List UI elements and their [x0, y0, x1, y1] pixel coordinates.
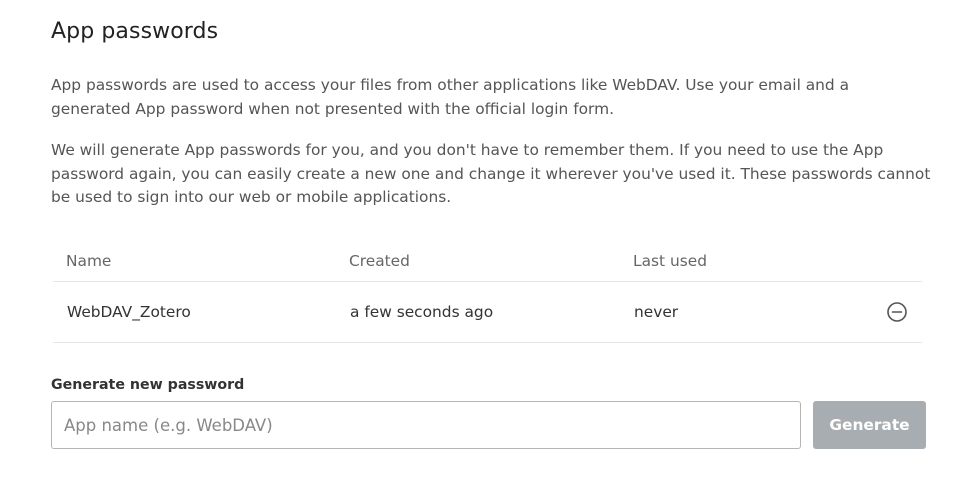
app-name-input[interactable]	[51, 401, 801, 449]
section-title: App passwords	[51, 19, 219, 44]
header-last-used: Last used	[620, 240, 834, 282]
description-paragraph-1: App passwords are used to access your fi…	[51, 76, 850, 118]
row-last-used: never	[620, 281, 834, 343]
table-header-row: Name Created Last used	[53, 240, 922, 282]
description-paragraph-2: We will generate App passwords for you, …	[51, 141, 931, 206]
header-created: Created	[336, 240, 620, 282]
table-row: WebDAV_Zotero a few seconds ago never	[53, 281, 922, 343]
minus-circle-icon	[887, 302, 907, 322]
generate-button[interactable]: Generate	[813, 401, 926, 449]
header-actions	[834, 240, 922, 282]
header-name: Name	[53, 240, 336, 282]
revoke-password-button[interactable]	[886, 301, 908, 323]
row-actions	[834, 281, 922, 343]
row-name: WebDAV_Zotero	[53, 281, 336, 343]
row-created: a few seconds ago	[336, 281, 620, 343]
generate-label: Generate new password	[51, 377, 245, 393]
app-passwords-table: Name Created Last used WebDAV_Zotero a f…	[53, 240, 922, 343]
app-passwords-page: App passwords App passwords are used to …	[0, 0, 976, 490]
